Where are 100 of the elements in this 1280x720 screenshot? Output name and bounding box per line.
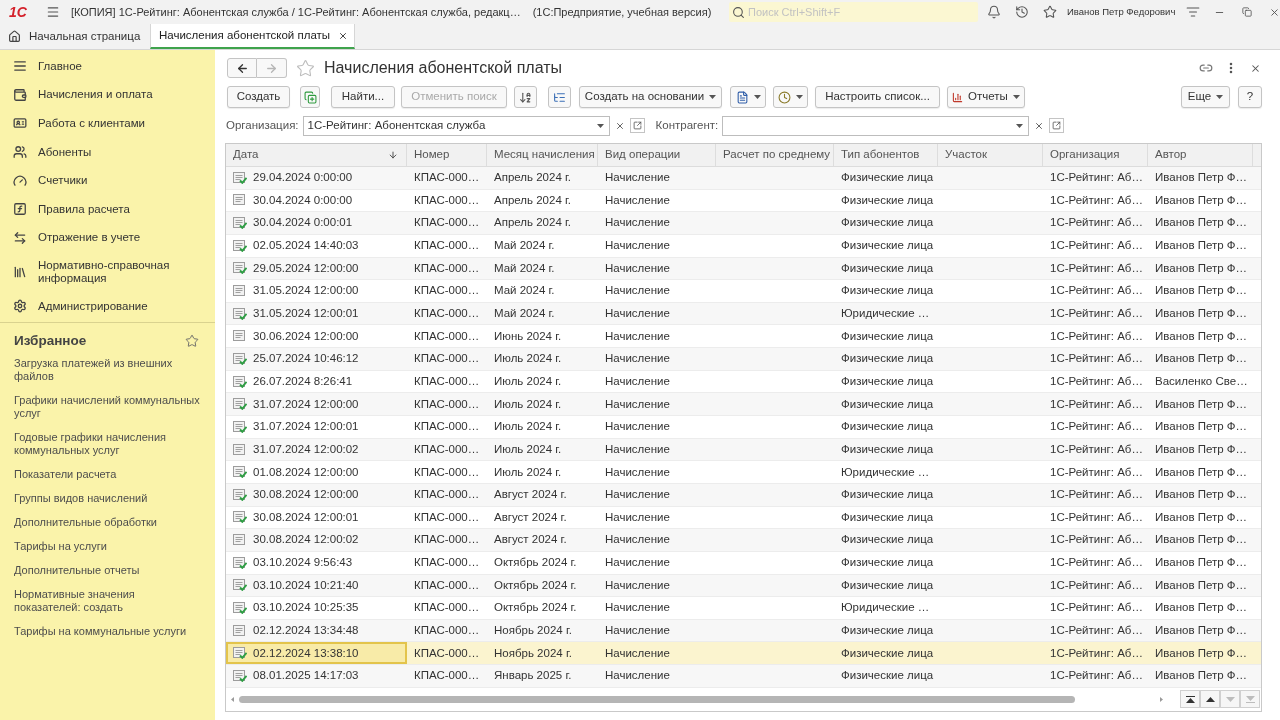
table-cell-text: Начисление xyxy=(604,215,671,231)
table-row[interactable]: 31.05.2024 12:00:01 КПАС-000… Май 2024 г. Начисление Юридические … 1С-Рейтинг: Аб… Иванов Петр Ф… xyxy=(226,302,1261,326)
column-header[interactable]: Тип абонентов xyxy=(834,144,938,166)
input-field[interactable] xyxy=(722,115,1030,136)
star-icon[interactable] xyxy=(1043,5,1057,19)
table-row[interactable]: 03.10.2024 10:21:40 КПАС-000… Октябрь 2024 г. Начисление Физические лица 1С-Рейтинг: Аб… Иванов Петр Ф… xyxy=(226,574,1261,598)
table-cell-text: 31.07.2024 12:00:00 xyxy=(253,396,359,412)
table-row[interactable]: 02.12.2024 13:34:48 КПАС-000… Ноябрь 2024 г. Начисление Физические лица 1С-Рейтинг: Аб… Иванов Петр Ф… xyxy=(226,619,1261,643)
sort-button[interactable] xyxy=(514,86,537,108)
favorite-link[interactable]: Графики начислений коммунальных услуг xyxy=(14,388,204,426)
table-cell-text: Юридические … xyxy=(840,600,931,616)
column-header[interactable]: Месяц начисления xyxy=(487,144,598,166)
sidebar-item[interactable]: Правила расчета xyxy=(0,194,215,224)
column-header[interactable]: Номер xyxy=(407,144,487,166)
table-row[interactable]: 31.07.2024 12:00:02 КПАС-000… Июль 2024 г. Начисление Физические лица 1С-Рейтинг: Аб… Иванов Петр Ф… xyxy=(226,438,1261,462)
table-cell-text: КПАС-000… xyxy=(413,487,481,503)
caret-icon xyxy=(1016,123,1024,128)
sidebar-item[interactable]: Работа с клиентами xyxy=(0,109,215,138)
find-button[interactable]: Найти... xyxy=(331,86,395,108)
favorite-link[interactable]: Загрузка платежей из внешних файлов xyxy=(14,351,204,389)
sidebar-item[interactable]: Нормативно-справочная информация xyxy=(0,252,215,293)
table-row[interactable]: 30.08.2024 12:00:02 КПАС-000… Август 2024 г. Начисление Физические лица 1С-Рейтинг: Аб… Иванов Петр Ф… xyxy=(226,529,1261,552)
search-field[interactable]: Поиск Ctrl+Shift+F xyxy=(729,2,978,22)
input-field[interactable]: 1С-Рейтинг: Абонентская служба xyxy=(302,115,610,136)
star-icon[interactable] xyxy=(296,58,315,78)
focused-cell[interactable]: 02.12.2024 13:38:10 xyxy=(226,642,407,665)
caret-icon xyxy=(1012,95,1020,99)
clear-icon[interactable] xyxy=(1034,120,1045,131)
customize-list-button[interactable]: Настроить список... xyxy=(815,86,940,108)
help-button[interactable]: ? xyxy=(1238,86,1262,108)
sidebar-item[interactable]: Главное xyxy=(0,52,215,81)
filter-lines-icon[interactable] xyxy=(1186,5,1201,19)
table-row[interactable]: 29.04.2024 0:00:00 КПАС-000… Апрель 2024 г. Начисление Физические лица 1С-Рейтинг: Аб… Иванов Петр Ф… xyxy=(226,167,1261,190)
table-row[interactable]: 29.05.2024 12:00:00 КПАС-000… Май 2024 г. Начисление Физические лица 1С-Рейтинг: Аб… Иванов Петр Ф… xyxy=(226,257,1261,281)
favorite-link[interactable]: Нормативные значения показателей: создать xyxy=(14,582,204,620)
reports-button[interactable]: Отчеты xyxy=(947,86,1025,108)
close-icon[interactable] xyxy=(1269,6,1280,18)
column-header[interactable]: Участок xyxy=(938,144,1043,166)
more-button[interactable]: Еще xyxy=(1181,86,1230,108)
arrow-left-icon xyxy=(235,61,249,75)
bell-icon[interactable] xyxy=(987,5,1001,19)
back-button[interactable] xyxy=(227,58,257,78)
close-icon[interactable] xyxy=(1250,62,1261,74)
column-header[interactable]: Дата xyxy=(226,144,407,166)
favorite-link[interactable]: Годовые графики начисления коммунальных услуг xyxy=(14,425,204,463)
list-navigation-button[interactable] xyxy=(1180,690,1200,709)
table-cell-text: 1С-Рейтинг: Аб… xyxy=(1049,532,1144,548)
table-cell-text: 1С-Рейтинг: Аб… xyxy=(1049,306,1144,322)
favorite-link[interactable]: Тарифы на коммунальные услуги xyxy=(14,619,204,644)
scroll-right-icon[interactable] xyxy=(1160,696,1163,702)
list-navigation-button[interactable] xyxy=(1200,690,1220,709)
column-header[interactable]: Вид операции xyxy=(598,144,716,166)
menu-icon[interactable] xyxy=(45,5,60,19)
column-header[interactable]: Расчет по среднему xyxy=(716,144,834,166)
favorite-link[interactable]: Дополнительные отчеты xyxy=(14,558,204,583)
clock-menu-button[interactable] xyxy=(773,86,808,108)
column-header[interactable]: Автор xyxy=(1148,144,1253,166)
table-cell-text: Май 2024 г. xyxy=(493,238,556,254)
sidebar-item[interactable]: Начисления и оплата xyxy=(0,80,215,110)
table-row[interactable]: 08.01.2025 14:17:03 КПАС-000… Январь 2025 г. Начисление Физические лица 1С-Рейтинг: Аб… Иванов Петр Ф… xyxy=(226,665,1261,688)
user-name[interactable]: Иванов Петр Федорович xyxy=(1067,4,1176,20)
tab[interactable]: Начальная страница xyxy=(0,24,150,49)
table-cell-text: Начисление xyxy=(604,645,671,661)
link-icon[interactable] xyxy=(1199,61,1213,75)
table-row[interactable]: 31.07.2024 12:00:00 КПАС-000… Июль 2024 г. Начисление Физические лица 1С-Рейтинг: Аб… Иванов Петр Ф… xyxy=(226,393,1261,417)
scrollbar-thumb[interactable] xyxy=(239,695,1075,703)
table-cell-text: Начисление xyxy=(604,351,671,367)
clear-icon[interactable] xyxy=(614,120,625,131)
table-row[interactable]: 25.07.2024 10:46:12 КПАС-000… Июль 2024 г. Начисление Физические лица 1С-Рейтинг: Аб… Иванов Петр Ф… xyxy=(226,348,1261,371)
favorite-link[interactable]: Тарифы на услуги xyxy=(14,534,204,559)
close-icon[interactable] xyxy=(338,30,349,41)
table-row[interactable]: 30.04.2024 0:00:01 КПАС-000… Апрель 2024 г. Начисление Физические лица 1С-Рейтинг: Аб… Иванов Петр Ф… xyxy=(226,212,1261,235)
document-menu-button[interactable] xyxy=(730,86,766,108)
star-icon[interactable] xyxy=(185,333,199,348)
column-header[interactable]: Организация xyxy=(1043,144,1148,166)
table-row[interactable]: 02.12.2024 13:38:10 КПАС-000… Ноябрь 2024 г. Начисление Физические лица 1С-Рейтинг: Аб… Иванов Петр Ф… xyxy=(226,642,1261,666)
sidebar-item[interactable]: Администрирование xyxy=(0,292,215,321)
create-button[interactable]: Создать xyxy=(227,86,290,108)
favorite-link[interactable]: Показатели расчета xyxy=(14,462,204,487)
restore-icon[interactable] xyxy=(1242,7,1253,17)
table-cell-text: Начисление xyxy=(604,464,671,480)
sidebar-item[interactable]: Отражение в учете xyxy=(0,223,215,253)
history-icon[interactable] xyxy=(1015,5,1029,19)
table-cell-text: Иванов Петр Ф… xyxy=(1154,600,1249,616)
sidebar-item[interactable]: Счетчики xyxy=(0,166,215,195)
favorite-link[interactable]: Группы видов начислений xyxy=(14,486,204,511)
open-button[interactable] xyxy=(1049,118,1065,133)
table-cell-text: Апрель 2024 г. xyxy=(493,170,572,186)
table-row[interactable]: 30.08.2024 12:00:00 КПАС-000… Август 2024 г. Начисление Физические лица 1С-Рейтинг: Аб… Иванов Петр Ф… xyxy=(226,483,1261,507)
table-cell-text: Июль 2024 г. xyxy=(493,396,563,412)
copy-button[interactable] xyxy=(300,86,320,108)
open-button[interactable] xyxy=(629,118,645,133)
create-based-on-button[interactable]: Создать на основании xyxy=(579,86,722,108)
table-cell-text: 03.10.2024 10:25:35 xyxy=(253,600,359,616)
favorite-link[interactable]: Дополнительные обработки xyxy=(14,510,204,535)
tab[interactable]: Начисления абонентской платы xyxy=(150,24,356,49)
table-cell-text: Июль 2024 г. xyxy=(493,419,563,435)
sidebar-item[interactable]: Абоненты xyxy=(0,137,215,167)
scroll-left-icon[interactable] xyxy=(231,696,234,702)
tree-view-button[interactable] xyxy=(548,86,571,108)
